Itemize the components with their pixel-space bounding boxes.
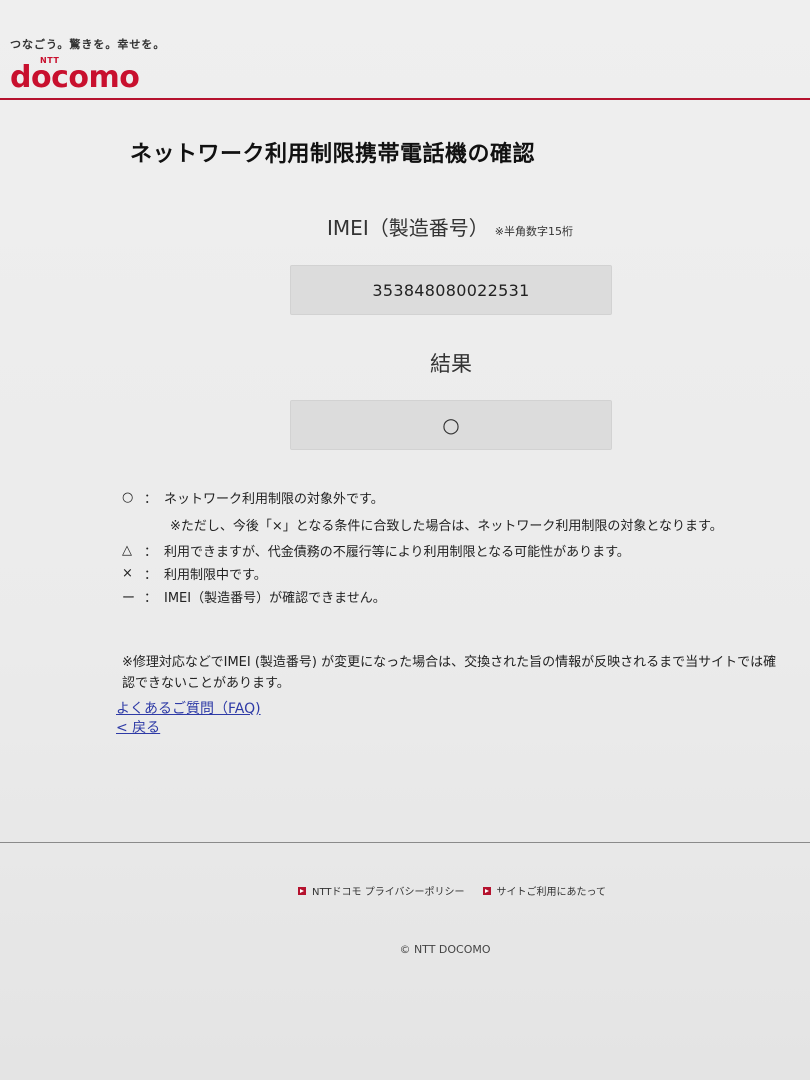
legend-row-restricted: × ： 利用制限中です。 <box>122 562 782 585</box>
legend-symbol: △ <box>122 543 132 558</box>
imei-label-text: IMEI（製造番号） <box>327 216 489 240</box>
docomo-logo[interactable]: docomo <box>10 60 140 95</box>
legend-colon: ： <box>144 492 158 507</box>
legend-row-warning: △ ： 利用できますが、代金債務の不履行等により利用制限となる可能性があります。 <box>122 539 782 562</box>
header-divider <box>0 98 810 100</box>
legend-row-ok: ○ ： ネットワーク利用制限の対象外です。 <box>122 486 782 509</box>
footer-divider <box>0 842 810 843</box>
arrow-right-icon <box>298 886 306 895</box>
copyright: © NTT DOCOMO <box>399 943 491 956</box>
faq-link[interactable]: よくあるご質問（FAQ) <box>116 700 261 719</box>
privacy-policy-label: NTTドコモ プライバシーポリシー <box>312 887 465 898</box>
back-link[interactable]: < 戻る <box>116 719 261 738</box>
tagline: つなごう。驚きを。幸せを。 <box>10 38 166 51</box>
arrow-right-icon <box>482 886 491 895</box>
result-label: 結果 <box>430 352 472 376</box>
privacy-policy-link[interactable]: NTTドコモ プライバシーポリシー <box>298 883 465 898</box>
repair-footnote: ※修理対応などでIMEI (製造番号) が変更になった場合は、交換された旨の情報… <box>122 655 777 691</box>
legend-colon: ： <box>144 568 158 583</box>
legend-subnote: ※ただし、今後「×」となる条件に合致した場合は、ネットワーク利用制限の対象となり… <box>170 518 723 534</box>
imei-label: IMEI（製造番号） ※半角数字15桁 <box>0 212 810 241</box>
site-header: つなごう。驚きを。幸せを。 NTT docomo <box>10 36 800 100</box>
legend-text: ネットワーク利用制限の対象外です。 <box>164 492 384 507</box>
legend-text: IMEI（製造番号）が確認できません。 <box>164 591 386 606</box>
legend-colon: ： <box>144 545 158 560</box>
site-terms-label: サイトご利用にあたって <box>496 887 607 898</box>
result-value-field: ○ <box>290 400 612 450</box>
legend-text: 利用制限中です。 <box>164 568 267 583</box>
site-terms-link[interactable]: サイトご利用にあたって <box>482 883 607 898</box>
legend-colon: ： <box>144 591 158 606</box>
page: つなごう。驚きを。幸せを。 NTT docomo ネットワーク利用制限携帯電話機… <box>0 0 810 1080</box>
footer-links: NTTドコモ プライバシーポリシー サイトご利用にあたって <box>298 883 606 898</box>
imei-note: ※半角数字15桁 <box>494 225 573 238</box>
result-legend: ○ ： ネットワーク利用制限の対象外です。 ※ただし、今後「×」となる条件に合致… <box>122 486 782 608</box>
page-title: ネットワーク利用制限携帯電話機の確認 <box>130 142 536 167</box>
imei-value-field: 353848080022531 <box>290 265 612 315</box>
legend-symbol: × <box>122 566 133 581</box>
legend-symbol: ー <box>122 591 136 606</box>
legend-row-unknown: ー ： IMEI（製造番号）が確認できません。 <box>122 585 782 608</box>
legend-text: 利用できますが、代金債務の不履行等により利用制限となる可能性があります。 <box>164 545 630 560</box>
legend-symbol: ○ <box>122 490 134 505</box>
page-links: よくあるご質問（FAQ) < 戻る <box>116 700 261 738</box>
